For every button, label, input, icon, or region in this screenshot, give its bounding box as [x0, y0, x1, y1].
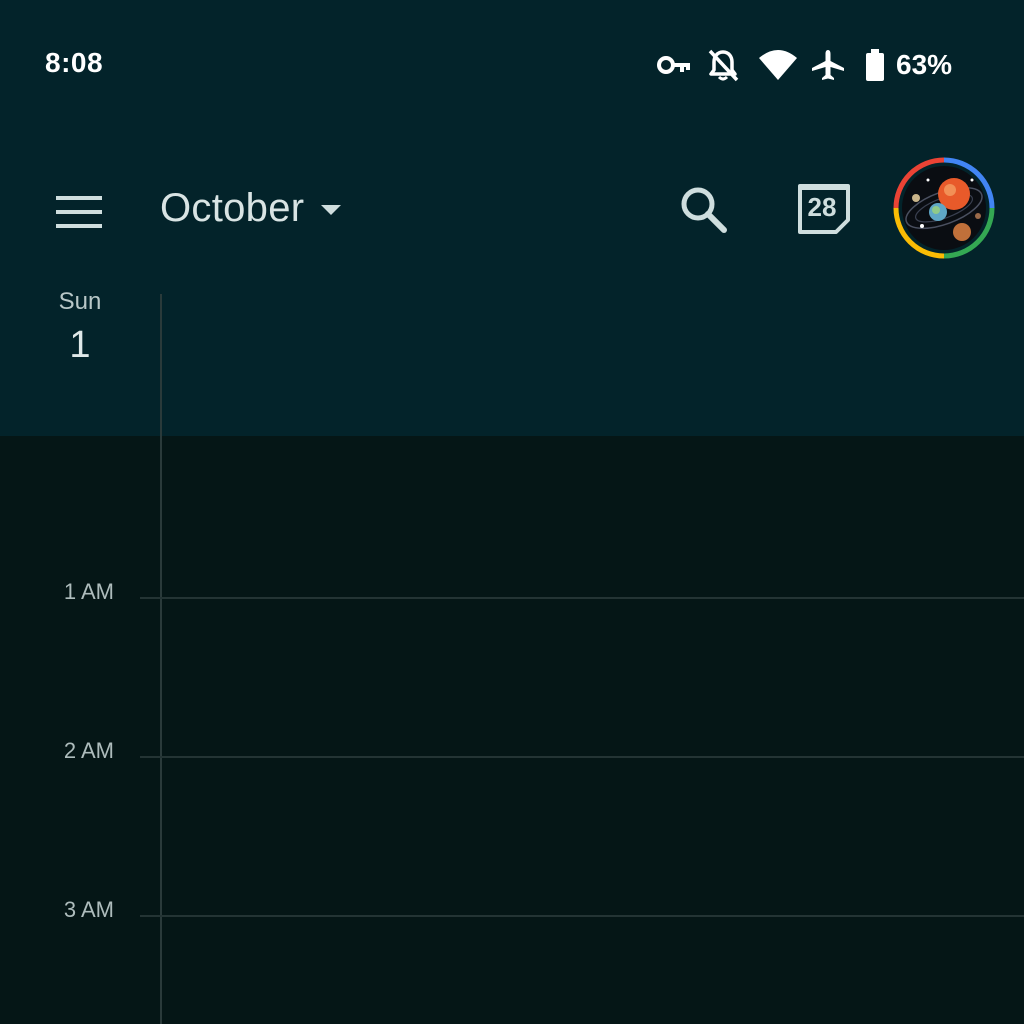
hour-row-2am[interactable]: 2 AM	[0, 738, 1024, 778]
hour-gridline	[140, 597, 1024, 599]
account-avatar-image	[893, 157, 995, 259]
day-name: Sun	[58, 288, 102, 315]
jump-to-today-button[interactable]: 28	[796, 180, 852, 236]
month-label: October	[160, 185, 305, 230]
app-bar: October 28	[0, 140, 1024, 280]
hour-label: 1 AM	[63, 579, 114, 604]
battery-icon	[866, 49, 884, 81]
day-number: 1	[69, 324, 91, 366]
search-button[interactable]	[676, 182, 732, 238]
airplane-mode-icon	[812, 50, 844, 80]
header-area: 8:08 63% October 28 Sun 1	[0, 0, 1024, 436]
wifi-icon	[759, 50, 797, 80]
hour-gridline	[140, 756, 1024, 758]
status-time: 8:08	[45, 47, 104, 78]
hour-gridline	[140, 915, 1024, 917]
hour-row-1am[interactable]: 1 AM	[0, 579, 1024, 619]
status-bar: 8:08 63%	[0, 0, 1024, 130]
today-date: 28	[807, 192, 837, 222]
hour-label: 2 AM	[63, 738, 114, 763]
battery-percent: 63%	[896, 49, 953, 80]
notifications-off-icon	[708, 49, 739, 82]
search-icon	[681, 187, 727, 233]
caret-down-icon	[321, 205, 342, 215]
hour-label: 3 AM	[63, 897, 114, 922]
hour-row-3am[interactable]: 3 AM	[0, 897, 1024, 937]
month-dropdown[interactable]: October	[160, 178, 342, 238]
main-menu-button[interactable]	[50, 184, 110, 234]
account-avatar[interactable]	[892, 156, 996, 260]
day-header[interactable]: Sun 1	[30, 288, 130, 367]
hamburger-menu-icon	[56, 196, 102, 228]
calendar-app: 8:08 63% October 28 Sun 1 1 AM 2 AM 3 AM	[0, 0, 1024, 1024]
vpn-key-icon	[657, 56, 690, 74]
